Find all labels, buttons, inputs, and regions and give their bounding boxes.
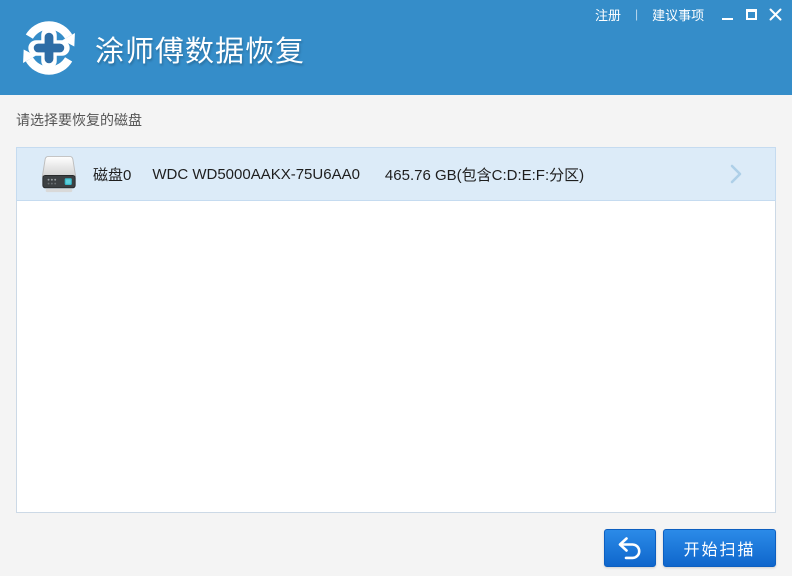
back-button[interactable] bbox=[604, 529, 656, 567]
titlebar-links: 注册 | 建议事项 bbox=[595, 5, 704, 23]
hard-drive-icon bbox=[41, 155, 77, 192]
window-controls bbox=[721, 6, 782, 22]
app-logo-sync-plus-icon bbox=[18, 21, 75, 79]
app-window: 涂师傅数据恢复 注册 | 建议事项 请选择要恢复的磁盘 磁盘0 WDC WD50… bbox=[0, 0, 792, 576]
maximize-icon[interactable] bbox=[745, 8, 758, 21]
chevron-right-icon bbox=[730, 164, 742, 184]
disk-model: WDC WD5000AAKX-75U6AA0 bbox=[152, 165, 360, 183]
links-divider: | bbox=[635, 7, 639, 21]
disk-list-panel: 磁盘0 WDC WD5000AAKX-75U6AA0 465.76 GB(包含C… bbox=[16, 147, 776, 513]
disk-name: 磁盘0 bbox=[93, 166, 132, 184]
disk-row[interactable]: 磁盘0 WDC WD5000AAKX-75U6AA0 465.76 GB(包含C… bbox=[16, 147, 776, 201]
page-title: 涂师傅数据恢复 bbox=[95, 36, 306, 68]
undo-arrow-icon bbox=[618, 536, 641, 559]
minimize-icon[interactable] bbox=[721, 8, 734, 21]
register-link[interactable]: 注册 bbox=[595, 5, 621, 24]
suggestions-link[interactable]: 建议事项 bbox=[652, 5, 704, 24]
close-icon[interactable] bbox=[769, 8, 782, 21]
start-scan-button[interactable]: 开始扫描 bbox=[663, 529, 776, 567]
app-header: 涂师傅数据恢复 注册 | 建议事项 bbox=[0, 0, 792, 95]
disk-capacity: 465.76 GB(包含C:D:E:F:分区) bbox=[384, 166, 585, 184]
disk-select-prompt: 请选择要恢复的磁盘 bbox=[16, 112, 142, 128]
